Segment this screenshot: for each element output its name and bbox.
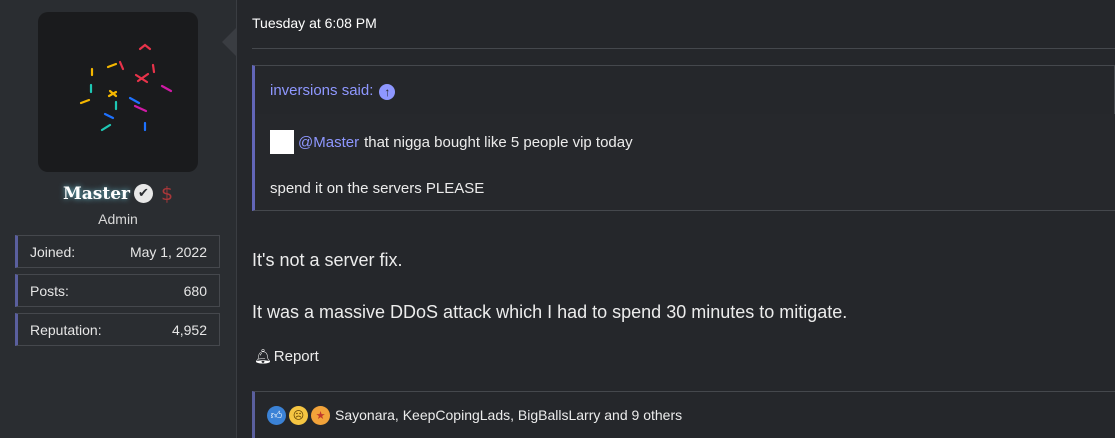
user-sidebar: Master ✔ $ Admin Joined: May 1, 2022 Posts… [0, 0, 237, 438]
report-label: Report [273, 348, 319, 365]
stat-value: May 1, 2022 [129, 243, 207, 260]
quote-author[interactable]: inversions said: [270, 82, 373, 99]
up-arrow-icon[interactable]: ↑ [379, 84, 396, 100]
avatar-image [79, 43, 173, 132]
user-avatar[interactable] [38, 12, 198, 172]
user-role: Admin [98, 211, 138, 227]
stat-posts: Posts: 680 [15, 274, 220, 307]
post-timestamp[interactable]: Tuesday at 6:08 PM [252, 15, 377, 31]
verified-icon: ✔ [133, 184, 153, 203]
stat-label: Joined: [30, 243, 76, 260]
username[interactable]: Master [63, 184, 130, 204]
stat-label: Posts: [30, 282, 69, 299]
cry-icon: ☹ [289, 405, 308, 425]
message-text: It's not a server fix. [252, 250, 403, 270]
mention-link[interactable]: @Master [298, 134, 359, 151]
post-main: Tuesday at 6:08 PM inversions said: ↑ @Ma… [252, 0, 1115, 438]
dollar-icon: $ [160, 183, 174, 205]
stat-reputation: Reputation: 4,952 [15, 313, 220, 346]
message-text: It was a massive DDoS attack which I had… [252, 302, 848, 322]
quote-line: spend it on the servers PLEASE [270, 180, 485, 197]
mention-avatar [270, 130, 294, 154]
stat-value: 4,952 [171, 321, 207, 338]
stat-value: 680 [183, 282, 207, 299]
like-icon: 👍︎ [267, 405, 286, 425]
bell-icon: 🔔︎ [254, 348, 272, 364]
divider [252, 48, 1115, 49]
report-button[interactable]: 🔔︎ Report [254, 348, 319, 365]
quote-content: @Master that nigga bought like 5 people … [255, 114, 1115, 210]
reactions-text[interactable]: Sayonara, KeepCopingLads, BigBallsLarry … [335, 407, 682, 423]
username-row: Master ✔ $ [0, 183, 236, 205]
message-pointer [222, 28, 236, 56]
quote-text: that nigga bought like 5 people vip toda… [364, 133, 633, 151]
quote-header[interactable]: inversions said: ↑ [270, 82, 396, 100]
star-eyes-icon: ★ [311, 405, 330, 425]
quote-block: inversions said: ↑ @Master that nigga bou… [252, 65, 1115, 211]
stat-label: Reputation: [30, 321, 102, 338]
stat-joined: Joined: May 1, 2022 [15, 235, 220, 268]
quote-line: @Master that nigga bought like 5 people … [270, 130, 633, 154]
reactions-bar[interactable]: 👍︎ ☹ ★ Sayonara, KeepCopingLads, BigBall… [252, 391, 1115, 438]
